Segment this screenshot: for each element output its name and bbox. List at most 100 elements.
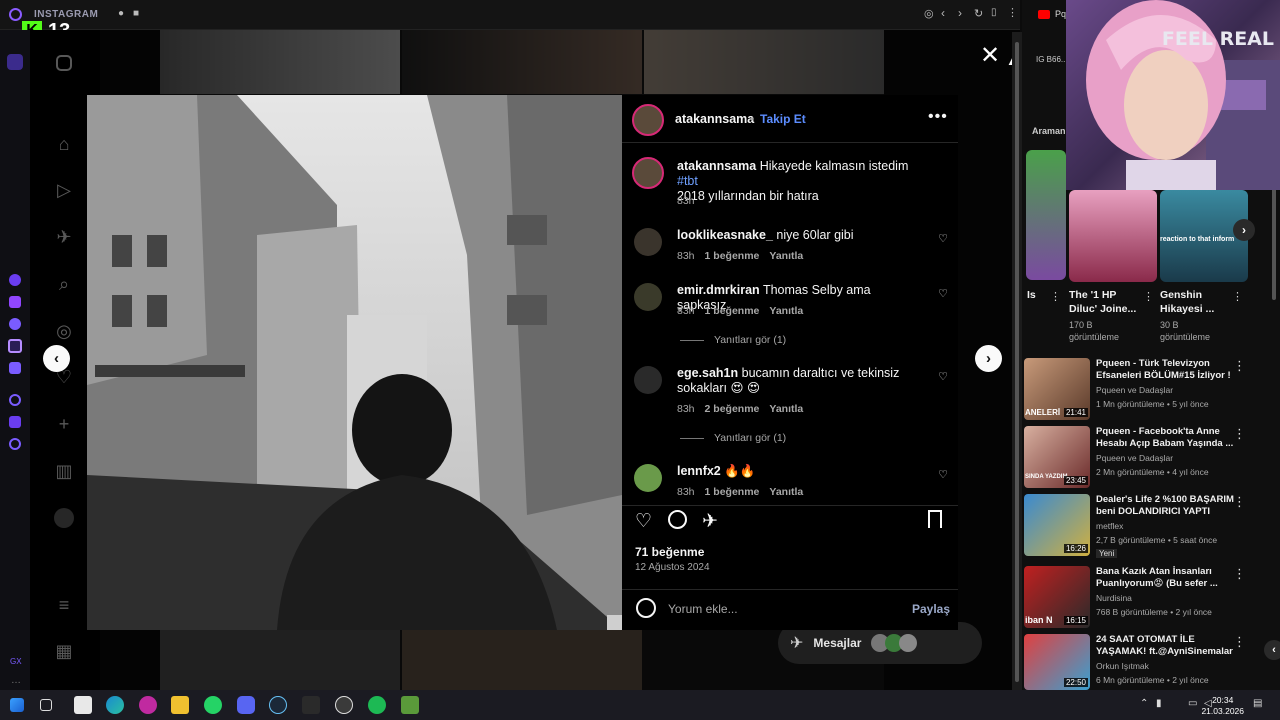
caption-hashtag[interactable]: #tbt <box>677 174 698 188</box>
short-title[interactable]: Is <box>1027 288 1036 302</box>
emoji-icon[interactable] <box>636 598 656 618</box>
short-more-icon[interactable]: ⋮ <box>1050 290 1061 303</box>
post-photo[interactable] <box>87 95 622 630</box>
pin-icon[interactable]: ▯ <box>991 7 997 18</box>
video-title[interactable]: Pqueen - Türk Televizyon Efsaneleri BÖLÜ… <box>1096 358 1246 382</box>
discord-icon[interactable] <box>9 362 21 374</box>
video-more-icon[interactable]: ⋮ <box>1233 566 1246 582</box>
video-more-icon[interactable]: ⋮ <box>1233 494 1246 510</box>
video-title[interactable]: 24 SAAT OTOMAT İLE YAŞAMAK! ft.@AyniSine… <box>1096 634 1246 658</box>
video-channel[interactable]: metflex <box>1096 521 1123 531</box>
video-more-icon[interactable]: ⋮ <box>1233 634 1246 650</box>
system-clock[interactable]: 20:34 21.03.2026 <box>1201 695 1244 717</box>
opera-settings-icon[interactable] <box>9 438 21 450</box>
comment-username[interactable]: looklikeasnake_ <box>677 228 773 242</box>
whatsapp-icon[interactable] <box>204 696 222 714</box>
notification-icon[interactable]: ▤ <box>1253 698 1262 709</box>
history-icon[interactable] <box>9 394 21 406</box>
page-scrollbar[interactable] <box>1012 32 1022 690</box>
minecraft-icon[interactable] <box>401 696 419 714</box>
back-icon[interactable]: ‹ <box>941 6 945 20</box>
settings-icon[interactable]: ◎ <box>924 7 934 20</box>
windows-start-icon[interactable] <box>10 698 24 712</box>
video-item[interactable]: SINDA YAZDIM 23:45 Pqueen - Facebook'ta … <box>1024 426 1274 490</box>
next-post-button[interactable]: › <box>975 345 1002 372</box>
tray-chevron-icon[interactable]: ⌃ <box>1140 698 1148 709</box>
comment-likes[interactable]: 2 beğenme <box>705 403 760 415</box>
comment-username[interactable]: emir.dmrkiran <box>677 283 760 297</box>
like-comment-icon[interactable]: ♡ <box>938 287 948 300</box>
video-channel[interactable]: Orkun Işıtmak <box>1096 661 1149 671</box>
video-more-icon[interactable]: ⋮ <box>1233 358 1246 374</box>
opera-gx-icon[interactable] <box>139 696 157 714</box>
follow-button[interactable]: Takip Et <box>760 112 806 126</box>
commenter-avatar[interactable] <box>634 366 662 394</box>
close-modal-button[interactable]: ✕ <box>978 44 1002 68</box>
video-thumbnail[interactable]: 16:26 <box>1024 494 1090 556</box>
gx-icon[interactable]: GX <box>10 657 22 666</box>
post-comment-button[interactable]: Paylaş <box>912 602 950 616</box>
video-thumbnail[interactable]: 22:50 <box>1024 634 1090 690</box>
video-thumbnail[interactable]: SINDA YAZDIM 23:45 <box>1024 426 1090 488</box>
whatsapp-icon[interactable] <box>9 318 21 330</box>
comment-likes[interactable]: 1 beğenme <box>705 250 760 262</box>
search-chip[interactable]: Araman <box>1032 126 1066 136</box>
comment-username[interactable]: ege.sah1n <box>677 366 738 380</box>
steam-icon[interactable] <box>269 696 287 714</box>
short-more-icon[interactable]: ⋮ <box>1143 290 1154 303</box>
discord-icon[interactable] <box>237 696 255 714</box>
video-channel[interactable]: Pqueen ve Dadaşlar <box>1096 385 1173 395</box>
youtube-tab-icon[interactable] <box>1038 10 1050 19</box>
caption-username[interactable]: atakannsama <box>677 159 756 173</box>
view-replies-button[interactable]: Yanıtları gör (1) <box>680 334 786 346</box>
commenter-avatar[interactable] <box>634 464 662 492</box>
comment-input[interactable]: Yorum ekle... <box>668 602 738 616</box>
video-title[interactable]: Pqueen - Facebook'ta Anne Hesabı Açıp Ba… <box>1096 426 1246 450</box>
short-thumbnail[interactable] <box>1069 190 1157 282</box>
like-comment-icon[interactable]: ♡ <box>938 468 948 481</box>
comment-likes[interactable]: 1 beğenme <box>705 305 760 317</box>
youtube-tab-title[interactable]: Pq <box>1055 9 1066 19</box>
reply-button[interactable]: Yanıtla <box>769 305 803 317</box>
comment-username[interactable]: lennfx2 <box>677 464 721 478</box>
commenter-avatar[interactable] <box>634 283 662 311</box>
spotify-icon[interactable] <box>368 696 386 714</box>
like-comment-icon[interactable]: ♡ <box>938 370 948 383</box>
video-thumbnail[interactable]: iban N 16:15 <box>1024 566 1090 628</box>
forward-icon[interactable]: › <box>958 6 962 20</box>
download-icon[interactable] <box>9 416 21 428</box>
epic-games-icon[interactable] <box>302 696 320 714</box>
video-channel[interactable]: Pqueen ve Dadaşlar <box>1096 453 1173 463</box>
video-item[interactable]: 16:26 Dealer's Life 2 %100 BAŞARIM beni … <box>1024 494 1274 560</box>
commenter-avatar[interactable] <box>634 228 662 256</box>
reply-button[interactable]: Yanıtla <box>769 486 803 498</box>
opera-logo-icon[interactable] <box>9 8 22 21</box>
shorts-next-button[interactable]: › <box>1233 219 1255 241</box>
reply-button[interactable]: Yanıtla <box>769 250 803 262</box>
more-icon[interactable]: … <box>11 675 21 686</box>
reply-button[interactable]: Yanıtla <box>769 403 803 415</box>
network-icon[interactable]: ▭ <box>1188 698 1197 709</box>
twitch-icon[interactable] <box>9 296 21 308</box>
comment-icon[interactable] <box>668 510 687 529</box>
video-item[interactable]: iban N 16:15 Bana Kazık Atan İnsanları P… <box>1024 566 1274 630</box>
mic-tray-icon[interactable]: ▮ <box>1156 698 1162 709</box>
opera-home-icon[interactable] <box>7 54 23 70</box>
reload-icon[interactable]: ↻ <box>974 7 983 20</box>
save-icon[interactable] <box>928 510 942 528</box>
short-thumbnail[interactable] <box>1026 150 1066 280</box>
short-title[interactable]: Genshin Hikayesi ... <box>1160 288 1230 316</box>
edge-icon[interactable] <box>106 696 124 714</box>
author-username[interactable]: atakannsama <box>675 112 754 126</box>
file-explorer-icon[interactable] <box>171 696 189 714</box>
video-title[interactable]: Bana Kazık Atan İnsanları Puanlıyorum😡 (… <box>1096 566 1246 590</box>
video-title[interactable]: Dealer's Life 2 %100 BAŞARIM beni DOLAND… <box>1096 494 1246 518</box>
side-panel-arrow[interactable]: ‹ <box>1264 640 1280 660</box>
obs-icon[interactable] <box>335 696 353 714</box>
caption-avatar[interactable] <box>632 157 664 189</box>
video-channel[interactable]: Nurdisina <box>1096 593 1132 603</box>
video-item[interactable]: 22:50 24 SAAT OTOMAT İLE YAŞAMAK! ft.@Ay… <box>1024 634 1274 690</box>
like-comment-icon[interactable]: ♡ <box>938 232 948 245</box>
instagram-icon[interactable] <box>8 339 22 353</box>
author-avatar[interactable] <box>632 104 664 136</box>
